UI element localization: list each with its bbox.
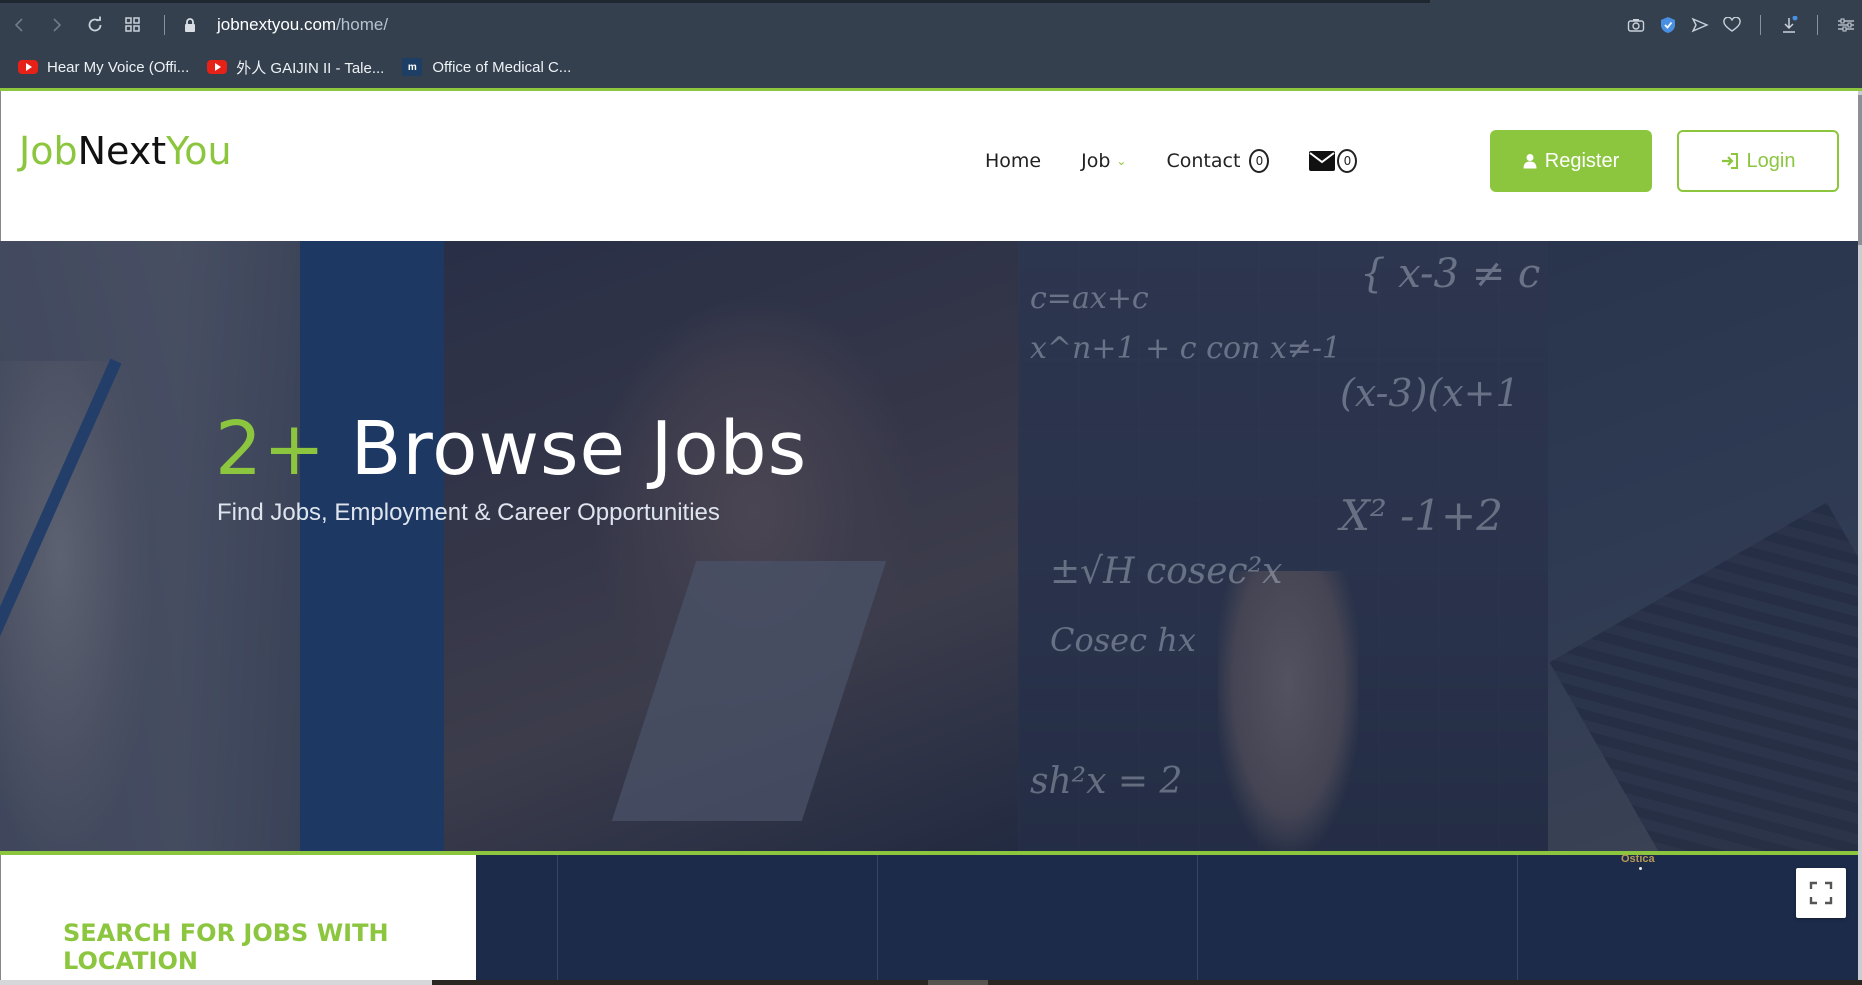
hero-banner: c=ax+c x^n+1 + c con x≠-1 { x-3 ≠ c (x-3… — [0, 241, 1858, 851]
grid-icon — [125, 17, 140, 32]
lock-icon — [185, 18, 195, 32]
url-path: /home/ — [336, 15, 389, 34]
forward-button[interactable] — [38, 0, 76, 50]
login-label: Login — [1746, 149, 1796, 172]
map-gridline — [1517, 855, 1518, 980]
page-scrollbar-thumb[interactable] — [1858, 95, 1862, 245]
page-bottom-strip — [0, 980, 1862, 985]
toolbar-right — [1620, 0, 1862, 50]
logo-part-next: Next — [77, 129, 167, 173]
search-panel-title: SEARCH FOR JOBS WITH LOCATION — [63, 919, 389, 975]
chalk-scribble-6: ±√H cosec²x — [1050, 551, 1283, 592]
bookmark-2-label: 外人 GAIJIN II - Tale... — [236, 59, 385, 77]
favorites-button[interactable] — [1716, 0, 1748, 50]
mm-site-icon: m — [402, 58, 423, 76]
toolbar-separator — [164, 15, 165, 35]
youtube-icon — [18, 60, 38, 74]
bookmark-2[interactable]: 外人 GAIJIN II - Tale... — [207, 57, 384, 78]
logo-part-you: You — [166, 129, 232, 173]
hero-title-text: Browse Jobs — [326, 406, 808, 492]
bookmark-1[interactable]: Hear My Voice (Offi... — [18, 59, 189, 76]
site-header: JobNextYou Home Job ⌄ Contact 0 0 Register… — [0, 91, 1862, 241]
user-icon — [1523, 154, 1537, 169]
jobs-map[interactable]: Ostica — [476, 853, 1858, 980]
map-gridline — [877, 855, 878, 980]
map-fullscreen-button[interactable] — [1796, 868, 1846, 918]
url-domain: jobnextyou.com — [217, 15, 337, 34]
download-icon — [1783, 16, 1798, 33]
nav-home[interactable]: Home — [985, 150, 1041, 172]
nav-job-label: Job — [1081, 150, 1111, 172]
address-bar[interactable]: jobnextyou.com/home/ — [183, 15, 388, 35]
back-button[interactable] — [0, 0, 38, 50]
fullscreen-icon — [1809, 881, 1833, 905]
map-place-dot — [1639, 867, 1642, 870]
map-gridline — [557, 855, 558, 980]
horizontal-scroll-thumb[interactable] — [928, 980, 988, 985]
logo-part-job: Job — [19, 129, 78, 173]
chalk-scribble-7: Cosec hx — [1050, 621, 1196, 659]
nav-job[interactable]: Job ⌄ — [1081, 150, 1126, 172]
settings-button[interactable] — [1830, 0, 1862, 50]
camera-icon — [1627, 19, 1645, 32]
bookmark-3[interactable]: m Office of Medical C... — [402, 58, 571, 76]
back-arrow-icon — [14, 18, 23, 32]
map-gridline — [1197, 855, 1198, 980]
hero-job-count: 2+ — [215, 406, 327, 492]
hero-title: 2+ Browse Jobs — [215, 406, 807, 492]
heart-icon — [1723, 17, 1741, 32]
forward-arrow-icon — [53, 18, 62, 32]
reload-icon — [88, 16, 102, 32]
downloads-button[interactable] — [1773, 0, 1805, 50]
chalk-scribble-4: (x-3)(x+1 — [1340, 371, 1520, 415]
shield-extension-button[interactable] — [1652, 0, 1684, 50]
site-logo[interactable]: JobNextYou — [19, 129, 232, 173]
bookmark-1-label: Hear My Voice (Offi... — [47, 58, 190, 76]
youtube-icon — [207, 60, 228, 74]
contact-count-badge: 0 — [1249, 149, 1270, 173]
register-label: Register — [1544, 149, 1620, 172]
sign-in-icon — [1721, 153, 1738, 169]
mail-count-badge: 0 — [1337, 149, 1358, 173]
toolbar-separator-right-2 — [1817, 15, 1818, 35]
chalk-scribble-1: c=ax+c — [1030, 281, 1149, 316]
browser-chrome: jobnextyou.com/home/ Hear My Voice (Offi… — [0, 0, 1862, 91]
toolbar-separator-right — [1760, 15, 1761, 35]
main-nav: Home Job ⌄ Contact 0 0 — [985, 149, 1397, 173]
map-place-label: Ostica — [1621, 853, 1655, 865]
chalk-scribble-2: x^n+1 + c con x≠-1 — [1030, 331, 1342, 366]
sliders-icon — [1838, 18, 1854, 32]
search-panel: SEARCH FOR JOBS WITH LOCATION — [0, 855, 476, 980]
chevron-down-icon: ⌄ — [1116, 154, 1127, 168]
nav-messages[interactable]: 0 — [1309, 149, 1358, 173]
nav-home-label: Home — [985, 150, 1042, 172]
hero-subtitle: Find Jobs, Employment & Career Opportuni… — [217, 499, 720, 526]
reload-button[interactable] — [76, 0, 114, 50]
hero-overlay — [0, 241, 1858, 851]
horizontal-scroll-track — [0, 980, 432, 985]
browser-toolbar: jobnextyou.com/home/ — [0, 0, 1862, 50]
send-button[interactable] — [1684, 0, 1716, 50]
chalk-scribble-8: sh²x = 2 — [1030, 761, 1183, 802]
register-button[interactable]: Register — [1490, 130, 1652, 192]
tabs-grid-button[interactable] — [114, 0, 152, 50]
nav-contact-label: Contact — [1166, 150, 1241, 172]
chalk-scribble-3: { x-3 ≠ c — [1360, 251, 1541, 297]
screenshot-button[interactable] — [1620, 0, 1652, 50]
send-icon — [1691, 17, 1709, 33]
shield-icon — [1661, 17, 1675, 33]
login-button[interactable]: Login — [1677, 130, 1839, 192]
nav-contact[interactable]: Contact 0 — [1166, 149, 1270, 173]
envelope-icon — [1309, 151, 1336, 171]
chalk-scribble-5: X² -1+2 — [1340, 491, 1503, 540]
bookmarks-bar: Hear My Voice (Offi... 外人 GAIJIN II - Ta… — [0, 50, 1862, 84]
bookmark-3-label: Office of Medical C... — [432, 58, 572, 76]
